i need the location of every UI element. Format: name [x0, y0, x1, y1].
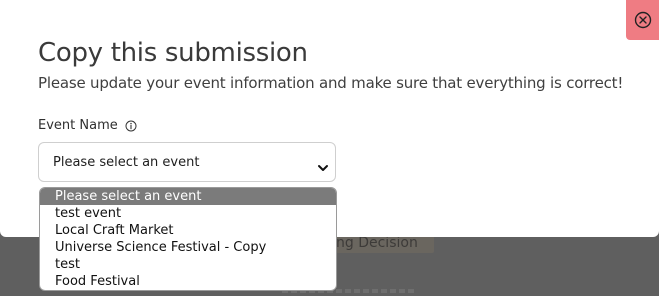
close-circle-icon [634, 11, 652, 29]
info-circle-icon[interactable] [125, 120, 137, 132]
dropdown-option[interactable]: test event [40, 205, 336, 222]
dropdown-option[interactable]: test [40, 256, 336, 273]
dropdown-option[interactable]: Food Festival [40, 273, 336, 290]
event-dropdown-list: Please select an event test event Local … [39, 187, 337, 291]
close-button[interactable] [626, 0, 659, 40]
dropdown-option[interactable]: Local Craft Market [40, 222, 336, 239]
event-name-label: Event Name [38, 118, 137, 133]
event-name-label-text: Event Name [38, 118, 118, 133]
background-partial-text: ng Decision [336, 235, 418, 251]
event-select-value: Please select an event [53, 155, 200, 170]
dropdown-option[interactable]: Universe Science Festival - Copy [40, 239, 336, 256]
modal-title: Copy this submission [38, 38, 308, 68]
modal-subtitle: Please update your event information and… [38, 74, 624, 92]
event-name-select[interactable]: Please select an event [38, 142, 336, 182]
dropdown-option[interactable]: Please select an event [40, 188, 336, 205]
chevron-down-icon [317, 158, 329, 177]
